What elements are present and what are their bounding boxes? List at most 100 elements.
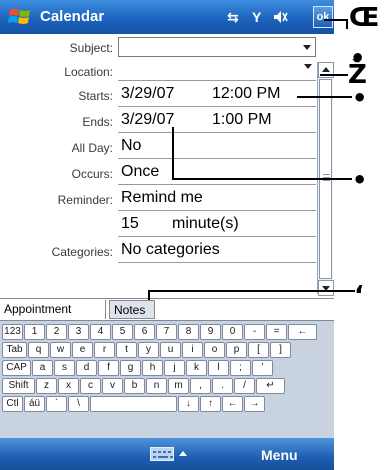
allday-row: All Day: No <box>0 135 316 159</box>
key[interactable]: ] <box>270 342 291 358</box>
key[interactable]: r <box>94 342 115 358</box>
key[interactable]: ← <box>222 396 243 412</box>
key[interactable]: m <box>168 378 189 394</box>
starts-date[interactable]: 3/29/07 <box>121 85 174 103</box>
key[interactable]: \ <box>68 396 89 412</box>
callout-label-1: Œ <box>349 3 380 33</box>
key[interactable]: 123 <box>2 324 23 340</box>
menu-button[interactable]: Menu <box>261 447 298 463</box>
callout-label-5: • <box>352 166 368 194</box>
key[interactable]: Ctl <box>2 396 23 412</box>
key[interactable]: Tab <box>2 342 27 358</box>
occurs-row: Occurs: Once <box>0 161 316 185</box>
key[interactable]: f <box>98 360 119 376</box>
callout-line-ok <box>324 19 347 21</box>
appointment-form: Subject: Location: Starts: 3/29/07 12:00… <box>0 34 334 298</box>
reminder-unit[interactable]: minute(s) <box>172 215 239 233</box>
key[interactable]: y <box>138 342 159 358</box>
key[interactable]: 1 <box>24 324 45 340</box>
reminder-field[interactable]: Remind me <box>118 187 316 211</box>
key[interactable]: 0 <box>222 324 243 340</box>
key[interactable]: l <box>208 360 229 376</box>
title-bar: Calendar ⇆ Y ok <box>0 0 334 34</box>
volume-icon[interactable] <box>273 10 289 24</box>
callout-line-notes-tick <box>148 290 150 300</box>
reminder-amount-row: 15 minute(s) <box>0 213 316 237</box>
subject-input[interactable] <box>118 37 316 57</box>
key[interactable]: c <box>80 378 101 394</box>
key[interactable]: ↵ <box>256 378 285 394</box>
key[interactable]: 7 <box>156 324 177 340</box>
key[interactable]: 2 <box>46 324 67 340</box>
connectivity-icon[interactable]: ⇆ <box>227 9 239 25</box>
key[interactable]: CAP <box>2 360 31 376</box>
starts-time[interactable]: 12:00 PM <box>212 85 280 103</box>
key[interactable]: 3 <box>68 324 89 340</box>
key-space[interactable] <box>90 396 177 412</box>
key[interactable]: v <box>102 378 123 394</box>
key[interactable]: 8 <box>178 324 199 340</box>
input-panel-icon[interactable] <box>150 447 174 461</box>
categories-label: Categories: <box>51 245 113 259</box>
key[interactable]: k <box>186 360 207 376</box>
key[interactable]: a <box>32 360 53 376</box>
reminder-amount[interactable]: 15 <box>121 215 139 233</box>
key[interactable]: . <box>212 378 233 394</box>
key[interactable]: i <box>182 342 203 358</box>
ends-date[interactable]: 3/29/07 <box>121 111 174 129</box>
reminder-amount-field[interactable]: 15 minute(s) <box>118 213 316 237</box>
location-input[interactable] <box>118 61 316 81</box>
reminder-label: Reminder: <box>57 193 113 207</box>
windows-start-icon[interactable] <box>8 6 32 28</box>
key[interactable]: x <box>58 378 79 394</box>
tab-appointment[interactable]: Appointment <box>0 300 106 319</box>
key[interactable]: → <box>244 396 265 412</box>
key[interactable]: o <box>204 342 225 358</box>
key[interactable]: u <box>160 342 181 358</box>
key[interactable]: ` <box>46 396 67 412</box>
soft-keyboard: 123 1 2 3 4 5 6 7 8 9 0- = ← Tab q w e r t y u i o p[] CAP a s d f g h… <box>0 320 334 438</box>
key[interactable]: 9 <box>200 324 221 340</box>
key[interactable]: ; <box>230 360 251 376</box>
key[interactable]: w <box>50 342 71 358</box>
key[interactable]: 5 <box>112 324 133 340</box>
input-panel-arrow-icon[interactable] <box>179 451 187 456</box>
key[interactable]: 4 <box>90 324 111 340</box>
key[interactable]: ↑ <box>200 396 221 412</box>
key[interactable]: 6 <box>134 324 155 340</box>
occurs-field[interactable]: Once <box>118 161 316 185</box>
allday-field[interactable]: No <box>118 135 316 159</box>
ends-time[interactable]: 1:00 PM <box>212 111 272 129</box>
tab-notes[interactable]: Notes <box>109 300 155 319</box>
key[interactable]: e <box>72 342 93 358</box>
key[interactable]: ' <box>252 360 273 376</box>
key[interactable]: Shift <box>2 378 35 394</box>
key[interactable]: j <box>164 360 185 376</box>
ends-field: 3/29/07 1:00 PM <box>118 109 316 133</box>
key[interactable]: n <box>146 378 167 394</box>
categories-field[interactable]: No categories <box>118 239 316 263</box>
key[interactable]: g <box>120 360 141 376</box>
ok-button[interactable]: ok <box>313 6 333 28</box>
location-dropdown-icon[interactable] <box>304 64 312 69</box>
key[interactable]: d <box>76 360 97 376</box>
key[interactable]: [ <box>248 342 269 358</box>
key[interactable]: q <box>28 342 49 358</box>
key[interactable]: = <box>266 324 287 340</box>
key[interactable]: / <box>234 378 255 394</box>
key[interactable]: ↓ <box>178 396 199 412</box>
key[interactable]: ← <box>288 324 317 340</box>
key[interactable]: áü <box>24 396 45 412</box>
key[interactable]: s <box>54 360 75 376</box>
subject-dropdown-icon[interactable] <box>303 45 311 50</box>
key[interactable]: b <box>124 378 145 394</box>
key[interactable]: h <box>142 360 163 376</box>
key[interactable]: t <box>116 342 137 358</box>
key[interactable]: - <box>244 324 265 340</box>
key[interactable]: , <box>190 378 211 394</box>
scroll-down-button[interactable] <box>318 280 334 296</box>
tab-strip: Appointment Notes <box>0 298 334 320</box>
signal-icon[interactable]: Y <box>252 9 261 25</box>
key[interactable]: z <box>36 378 57 394</box>
key[interactable]: p <box>226 342 247 358</box>
